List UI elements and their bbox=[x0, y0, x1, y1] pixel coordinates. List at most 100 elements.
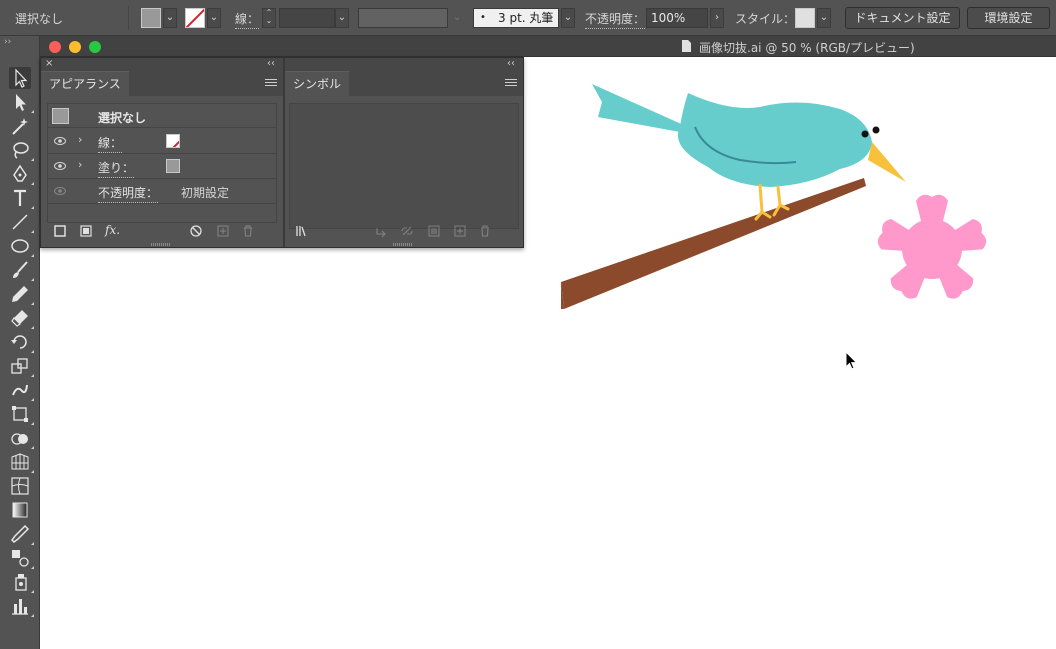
dot-icon: • bbox=[480, 12, 486, 23]
rotate-tool-icon[interactable] bbox=[9, 331, 34, 353]
symbols-panel-header[interactable] bbox=[285, 58, 523, 71]
panel-menu-icon[interactable] bbox=[505, 77, 517, 89]
eye-icon[interactable] bbox=[54, 136, 66, 146]
add-fill-icon[interactable] bbox=[79, 224, 93, 238]
fill-row-label[interactable]: 塗り： bbox=[98, 159, 135, 178]
duplicate-item-icon bbox=[217, 225, 229, 237]
symbols-list[interactable] bbox=[289, 103, 519, 229]
chevron-down-icon[interactable]: ⌄ bbox=[453, 12, 461, 24]
perspective-grid-tool-icon[interactable] bbox=[9, 451, 34, 473]
style-label: スタイル： bbox=[735, 12, 796, 26]
zoom-window-button[interactable] bbox=[89, 41, 101, 53]
direct-selection-tool-icon[interactable] bbox=[9, 91, 34, 113]
pen-tool-icon[interactable] bbox=[9, 163, 34, 185]
stroke-weight-label[interactable]: 線： bbox=[235, 10, 260, 29]
eyedropper-tool-icon[interactable] bbox=[9, 523, 34, 545]
symbol-sprayer-tool-icon[interactable] bbox=[9, 571, 34, 593]
mouse-cursor-icon bbox=[845, 351, 858, 370]
close-window-button[interactable] bbox=[49, 41, 61, 53]
free-transform-tool-icon[interactable] bbox=[9, 403, 34, 425]
symbol-options-icon bbox=[428, 225, 440, 237]
stroke-swatch[interactable] bbox=[166, 134, 180, 148]
new-symbol-icon bbox=[454, 225, 466, 237]
pencil-tool-icon[interactable] bbox=[9, 283, 34, 305]
trash-icon bbox=[244, 225, 252, 237]
branch-shape bbox=[561, 178, 866, 309]
gradient-tool-icon[interactable] bbox=[9, 499, 31, 521]
scale-tool-icon[interactable] bbox=[9, 355, 34, 377]
line-segment-tool-icon[interactable] bbox=[9, 211, 34, 233]
break-link-icon bbox=[401, 226, 413, 236]
stroke-dropdown-button[interactable]: ⌄ bbox=[207, 8, 221, 28]
add-stroke-icon[interactable] bbox=[53, 224, 67, 238]
tools-panel: ›› bbox=[0, 36, 40, 649]
graphic-style-swatch[interactable] bbox=[795, 8, 815, 28]
fill-dropdown-button[interactable]: ⌄ bbox=[163, 8, 177, 28]
stroke-weight-dropdown[interactable]: ⌄ bbox=[335, 8, 349, 28]
place-symbol-icon bbox=[376, 228, 386, 238]
panel-group: × ‹‹ アピアランス 選択なし › 線： › 塗り： 不透明度： 初期設定 f… bbox=[40, 57, 524, 248]
opacity-input[interactable]: 100% bbox=[646, 8, 708, 28]
document-icon bbox=[682, 40, 691, 52]
fill-row[interactable]: › 塗り： bbox=[48, 154, 276, 179]
eraser-tool-icon[interactable] bbox=[9, 307, 34, 329]
sakura-flower-shape bbox=[877, 194, 987, 299]
opacity-expand-button[interactable]: › bbox=[710, 8, 724, 28]
blend-tool-icon[interactable] bbox=[9, 547, 34, 569]
expand-chevron-icon[interactable]: › bbox=[78, 133, 82, 146]
eye-icon[interactable] bbox=[54, 161, 66, 171]
collapse-tools-icon[interactable]: ›› bbox=[4, 37, 11, 47]
tab-symbols[interactable]: シンボル bbox=[285, 71, 350, 96]
stroke-weight-stepper[interactable]: ⌃ ⌄ bbox=[262, 8, 276, 28]
appearance-panel-header[interactable] bbox=[41, 58, 283, 71]
brush-dropdown-button[interactable]: ⌄ bbox=[561, 8, 575, 28]
opacity-row[interactable]: 不透明度： 初期設定 bbox=[48, 179, 276, 204]
document-titlebar: 画像切抜.ai @ 50 % (RGB/プレビュー) bbox=[40, 36, 1056, 57]
appearance-target-label: 選択なし bbox=[98, 111, 147, 125]
magic-wand-tool-icon[interactable] bbox=[9, 115, 31, 137]
bird-eye bbox=[861, 130, 869, 138]
ellipse-tool-icon[interactable] bbox=[9, 235, 34, 257]
bird-tail-shape bbox=[592, 84, 690, 142]
style-dropdown-button[interactable]: ⌄ bbox=[817, 8, 831, 28]
selection-tool-icon[interactable] bbox=[9, 67, 31, 89]
type-tool-icon[interactable] bbox=[9, 187, 34, 209]
object-thumbnail bbox=[52, 108, 69, 124]
tab-appearance[interactable]: アピアランス bbox=[41, 71, 129, 96]
expand-chevron-icon[interactable]: › bbox=[78, 158, 82, 171]
variable-width-profile-field[interactable] bbox=[358, 8, 448, 28]
column-graph-tool-icon[interactable] bbox=[9, 595, 34, 617]
stroke-color-swatch[interactable] bbox=[185, 8, 205, 28]
warp-tool-icon[interactable] bbox=[9, 379, 34, 401]
preferences-button[interactable]: 環境設定 bbox=[967, 7, 1050, 29]
fill-swatch[interactable] bbox=[166, 159, 180, 173]
appearance-list: 選択なし › 線： › 塗り： 不透明度： 初期設定 bbox=[47, 103, 277, 223]
bird-body-shape bbox=[677, 93, 872, 187]
document-title: 画像切抜.ai @ 50 % (RGB/プレビュー) bbox=[699, 41, 915, 55]
brush-definition-field[interactable]: • 3 pt. 丸筆 bbox=[473, 8, 559, 28]
close-panel-icon[interactable]: × bbox=[45, 58, 53, 70]
divider bbox=[128, 6, 129, 30]
mesh-tool-icon[interactable] bbox=[9, 475, 31, 497]
minimize-window-button[interactable] bbox=[69, 41, 81, 53]
symbol-libraries-icon[interactable] bbox=[295, 224, 309, 238]
collapse-panel-icon[interactable]: ‹‹ bbox=[267, 58, 275, 70]
resize-grip[interactable] bbox=[151, 243, 171, 246]
selection-status-label: 選択なし bbox=[15, 12, 64, 26]
collapse-panel-icon[interactable]: ‹‹ bbox=[507, 58, 515, 70]
opacity-label[interactable]: 不透明度： bbox=[585, 10, 646, 29]
opacity-row-label[interactable]: 不透明度： bbox=[98, 184, 159, 203]
stroke-row[interactable]: › 線： bbox=[48, 129, 276, 154]
document-setup-button[interactable]: ドキュメント設定 bbox=[845, 7, 960, 29]
fx-icon[interactable]: fx. bbox=[105, 223, 120, 237]
resize-grip[interactable] bbox=[393, 243, 413, 246]
lasso-tool-icon[interactable] bbox=[9, 139, 34, 161]
appearance-header-row[interactable]: 選択なし bbox=[48, 104, 276, 128]
paintbrush-tool-icon[interactable] bbox=[9, 259, 34, 281]
stroke-row-label[interactable]: 線： bbox=[98, 134, 123, 153]
fill-color-swatch[interactable] bbox=[141, 8, 161, 28]
shape-builder-tool-icon[interactable] bbox=[9, 427, 34, 449]
clear-appearance-icon[interactable] bbox=[189, 224, 203, 238]
stroke-weight-input[interactable] bbox=[279, 8, 335, 28]
panel-menu-icon[interactable] bbox=[265, 77, 277, 89]
